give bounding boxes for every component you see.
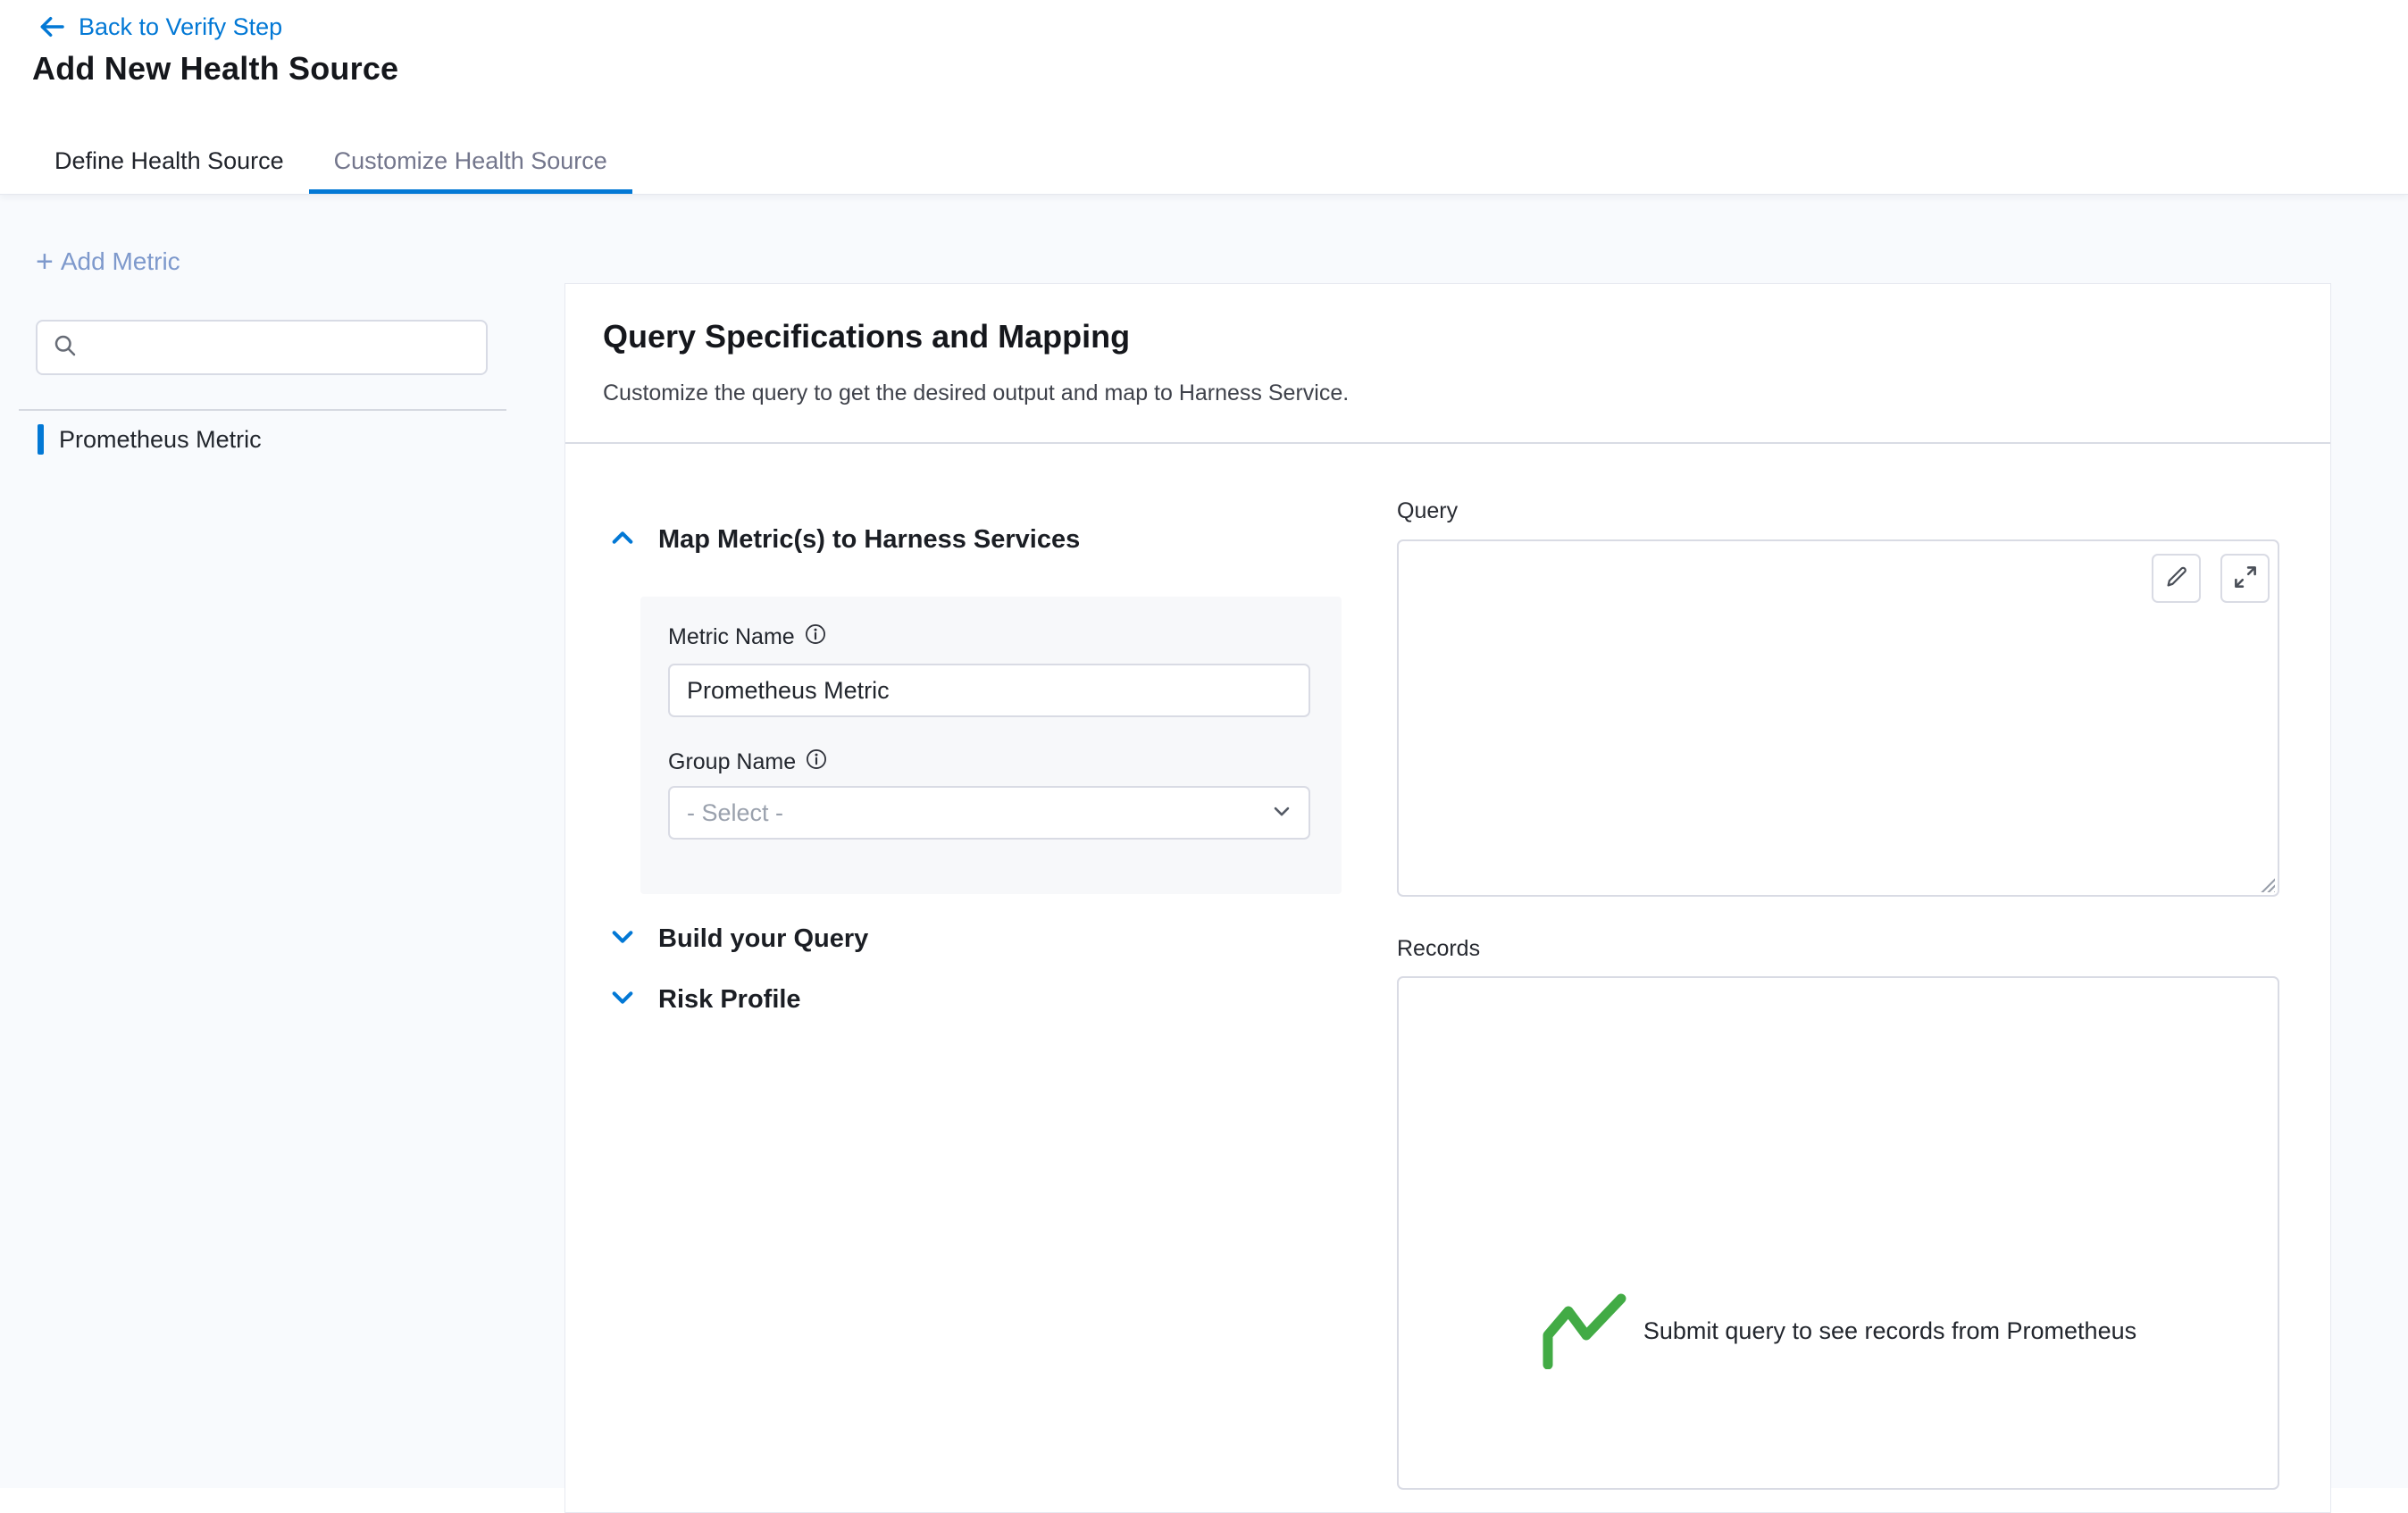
expand-icon [2232, 564, 2259, 593]
records-panel: Submit query to see records from Prometh… [1397, 976, 2279, 1490]
query-label: Query [1397, 498, 1458, 524]
add-metric-button[interactable]: + Add Metric [36, 247, 180, 277]
panel-title: Query Specifications and Mapping [603, 318, 1130, 355]
metric-item-label: Prometheus Metric [59, 426, 262, 454]
search-input[interactable] [89, 333, 472, 363]
section-label: Risk Profile [658, 985, 801, 1015]
selected-indicator-bar [38, 424, 44, 455]
page-title: Add New Health Source [32, 50, 398, 88]
chevron-down-icon [1269, 798, 1294, 828]
chevron-down-icon [608, 983, 637, 1016]
group-name-label-row: Group Name [668, 748, 827, 776]
add-metric-label: Add Metric [61, 247, 180, 276]
arrow-left-icon [38, 13, 66, 41]
records-empty-text: Submit query to see records from Prometh… [1643, 1317, 2136, 1345]
tab-bar: Define Health Source Customize Health So… [29, 129, 632, 194]
metric-mapping-form: Metric Name Group Name [640, 597, 1342, 894]
line-chart-icon [1540, 1289, 1629, 1374]
fullscreen-query-button[interactable] [2220, 554, 2270, 603]
search-icon [52, 332, 79, 364]
back-link[interactable]: Back to Verify Step [38, 13, 282, 41]
chevron-down-icon [608, 923, 637, 956]
metric-name-label: Metric Name [668, 624, 795, 650]
metric-name-input[interactable] [668, 664, 1310, 717]
tab-customize-health-source[interactable]: Customize Health Source [309, 129, 632, 194]
group-name-label: Group Name [668, 749, 796, 775]
group-name-select-value: - Select - [687, 799, 783, 827]
metric-search-box [36, 320, 488, 375]
section-label: Build your Query [658, 924, 868, 954]
metric-name-label-row: Metric Name [668, 623, 826, 651]
edit-query-button[interactable] [2152, 554, 2201, 603]
records-label: Records [1397, 936, 1480, 962]
tab-define-health-source[interactable]: Define Health Source [29, 129, 309, 194]
query-textarea[interactable] [1399, 541, 2278, 895]
records-empty-state: Submit query to see records from Prometh… [1399, 1289, 2278, 1374]
chevron-up-icon [608, 523, 637, 556]
section-build-your-query[interactable]: Build your Query [608, 923, 868, 956]
query-editor [1397, 539, 2279, 897]
panel-subtitle: Customize the query to get the desired o… [603, 380, 1349, 406]
section-map-metrics-to-harness-services[interactable]: Map Metric(s) to Harness Services [608, 523, 1080, 556]
info-icon[interactable] [806, 748, 827, 776]
metric-list-item-prometheus[interactable]: Prometheus Metric [0, 420, 536, 459]
workspace: + Add Metric Prometheus Metric Query [0, 195, 2408, 1513]
section-label: Map Metric(s) to Harness Services [658, 525, 1080, 555]
sidebar-divider [19, 409, 506, 411]
pencil-icon [2163, 564, 2190, 593]
plus-icon: + [36, 247, 54, 277]
app-root: Back to Verify Step Add New Health Sourc… [0, 0, 2408, 1513]
section-risk-profile[interactable]: Risk Profile [608, 983, 801, 1016]
group-name-select[interactable]: - Select - [668, 786, 1310, 840]
main-panel: Query Specifications and Mapping Customi… [564, 283, 2331, 1513]
info-icon[interactable] [805, 623, 826, 651]
header: Back to Verify Step Add New Health Sourc… [0, 0, 2408, 195]
panel-header: Query Specifications and Mapping Customi… [565, 284, 2330, 444]
back-link-label: Back to Verify Step [79, 13, 282, 41]
